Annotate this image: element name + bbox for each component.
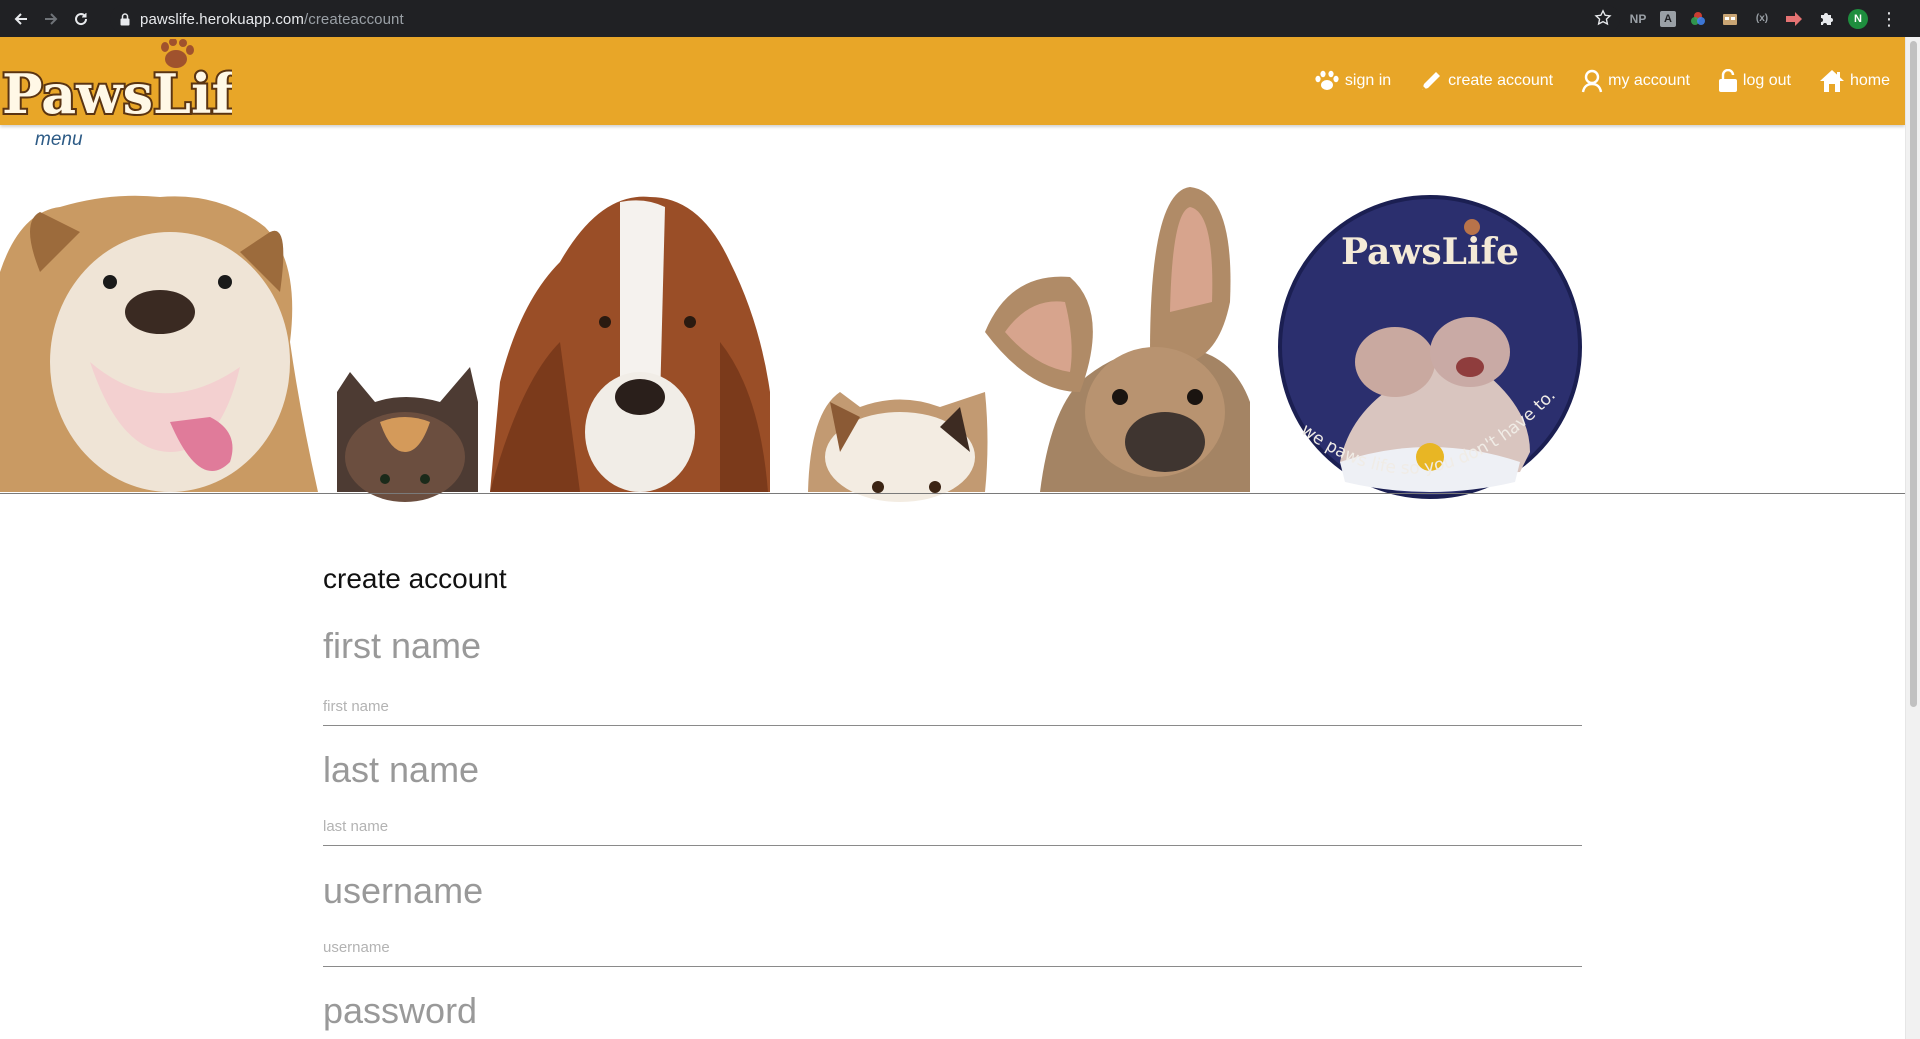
address-bar[interactable]: pawslife.herokuapp.com/createaccount: [110, 5, 1620, 33]
profile-initial: N: [1854, 12, 1862, 25]
more-vert-icon[interactable]: ⋮: [1880, 10, 1898, 28]
nav-my-account-label: my account: [1608, 72, 1690, 89]
nav-create-account[interactable]: create account: [1419, 69, 1553, 93]
arrow-right-icon: [45, 12, 58, 25]
reload-button[interactable]: [70, 8, 92, 30]
url-path: /createaccount: [303, 10, 404, 28]
create-account-form: create account first name last name user…: [323, 565, 1582, 1029]
lock-icon: [1718, 69, 1737, 92]
hero-banner: PawsLife we paws life so you don't have …: [0, 187, 1582, 502]
back-button[interactable]: [10, 8, 32, 30]
bookmark-star-icon[interactable]: [1594, 9, 1612, 27]
first-name-group: first name: [323, 628, 1582, 726]
password-label: password: [323, 990, 478, 1031]
first-name-input[interactable]: [323, 698, 1582, 726]
main-nav: sign in create account my account log ou…: [1314, 37, 1890, 125]
last-name-group: last name: [323, 752, 1582, 846]
nav-home-label: home: [1849, 72, 1890, 89]
basset-hound-image: [490, 196, 770, 492]
password-group: password: [323, 993, 1582, 1029]
form-title: create account: [323, 563, 507, 594]
nav-my-account[interactable]: my account: [1581, 69, 1690, 93]
last-name-label: last name: [323, 749, 480, 790]
paw-icon: [1315, 70, 1339, 90]
extension-np[interactable]: NP: [1628, 9, 1648, 29]
extension-x-label: (x): [1755, 13, 1769, 24]
box-icon[interactable]: [1720, 9, 1740, 29]
puzzle-icon[interactable]: [1816, 9, 1836, 29]
arrow-extension-icon[interactable]: [1784, 9, 1804, 29]
menu-link[interactable]: menu: [35, 129, 83, 151]
color-wheel-icon[interactable]: [1688, 9, 1708, 29]
scrollbar-thumb[interactable]: [1910, 41, 1917, 707]
last-name-input[interactable]: [323, 818, 1582, 846]
extensions-bar: NP A (x) N ⋮: [1628, 0, 1898, 37]
nav-log-out-label: log out: [1742, 72, 1791, 89]
lock-icon: [120, 12, 130, 25]
username-input[interactable]: [323, 939, 1582, 967]
extension-a[interactable]: A: [1660, 10, 1676, 27]
section-divider: [0, 493, 1905, 494]
extension-np-label: NP: [1629, 11, 1647, 26]
user-icon: [1581, 69, 1603, 93]
persian-cat-image: [808, 392, 988, 502]
nav-home[interactable]: home: [1819, 69, 1890, 93]
nav-sign-in[interactable]: sign in: [1314, 70, 1391, 92]
extension-x[interactable]: (x): [1752, 9, 1772, 29]
pencil-icon: [1422, 72, 1441, 90]
pawslife-badge: PawsLife we paws life so you don't have …: [1278, 195, 1582, 499]
nav-sign-in-label: sign in: [1344, 72, 1392, 89]
pawslife-logo[interactable]: PawsLife: [0, 39, 232, 121]
reload-icon: [75, 12, 88, 25]
page: PawsLife sign in: [0, 37, 1905, 1039]
browser-toolbar: pawslife.herokuapp.com/createaccount NP …: [0, 0, 1920, 37]
nav-create-account-label: create account: [1448, 72, 1554, 89]
arrow-left-icon: [14, 12, 27, 25]
page-scrollbar[interactable]: [1905, 37, 1920, 1039]
kitten-image: [337, 367, 478, 502]
url-host: pawslife.herokuapp.com: [140, 10, 304, 28]
nav-log-out[interactable]: log out: [1718, 69, 1791, 93]
extension-a-label: A: [1664, 12, 1672, 25]
french-bulldog-image: [985, 187, 1250, 492]
profile-avatar[interactable]: N: [1848, 8, 1868, 29]
username-group: username: [323, 873, 1582, 967]
bulldog-image: [0, 195, 318, 492]
forward-button[interactable]: [40, 8, 62, 30]
house-icon: [1819, 70, 1844, 92]
url-text: pawslife.herokuapp.com/createaccount: [140, 11, 404, 28]
logo-text: PawsLife: [2, 62, 232, 121]
site-header: PawsLife sign in: [0, 37, 1905, 125]
badge-title: PawsLife: [1341, 231, 1519, 273]
first-name-label: first name: [323, 625, 482, 666]
username-label: username: [323, 870, 484, 911]
